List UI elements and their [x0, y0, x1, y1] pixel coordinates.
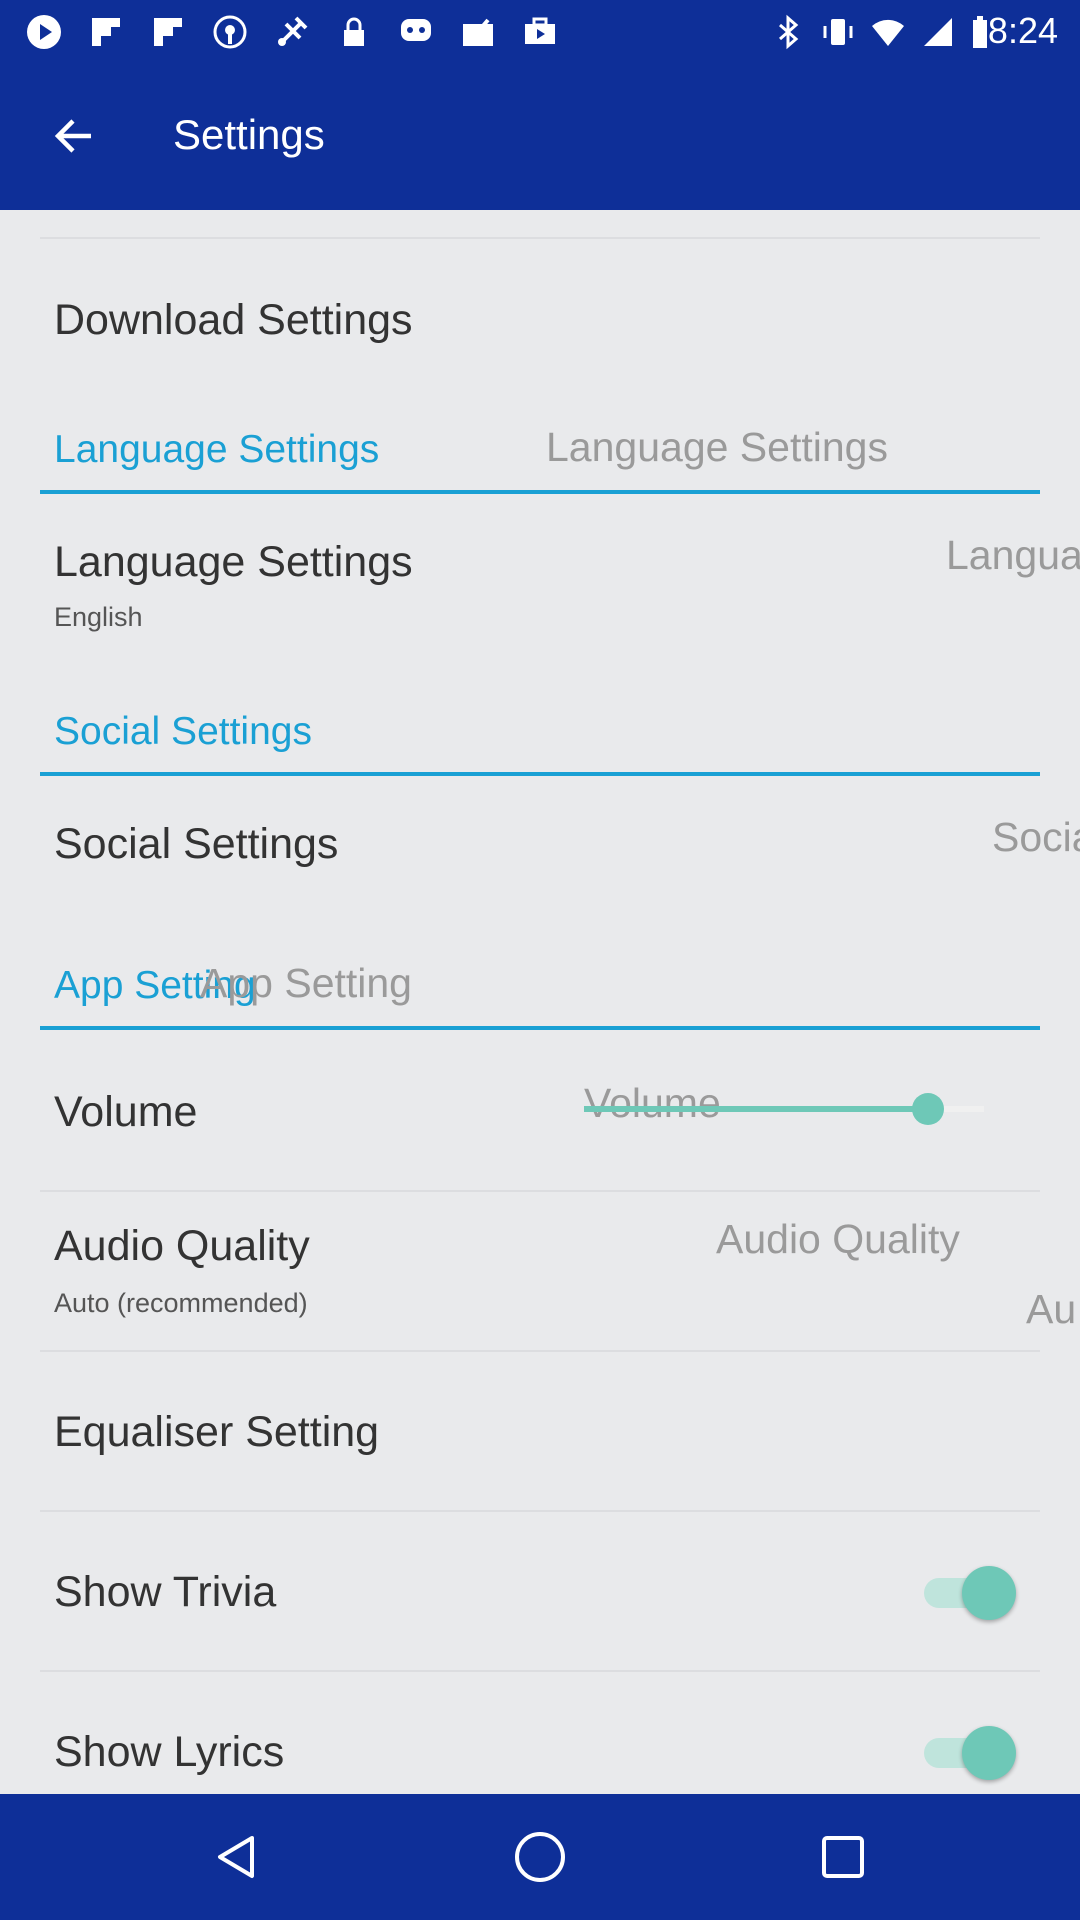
mail-check-icon — [463, 18, 493, 46]
nav-back-button[interactable] — [197, 1817, 277, 1897]
home-circle-icon — [515, 1832, 565, 1882]
language-item-title: Language Settings — [54, 538, 413, 586]
volume-slider-thumb[interactable] — [912, 1093, 944, 1125]
app-section-header-ghost: App Setting — [200, 960, 412, 1006]
language-section-header-ghost: Language Settings — [546, 424, 888, 470]
section-underline — [40, 772, 1040, 776]
audio-quality-value: Auto (recommended) — [54, 1288, 308, 1318]
download-settings-item[interactable]: Download Settings — [54, 296, 413, 345]
audio-quality-ghost-value: Au — [1026, 1286, 1077, 1332]
equaliser-setting-item[interactable]: Equaliser Setting — [54, 1408, 379, 1457]
settings-list[interactable]: Download Settings Language Settings Lang… — [0, 210, 1080, 1794]
page-title: Settings — [173, 111, 325, 158]
back-triangle-icon — [218, 1836, 254, 1878]
back-button[interactable] — [40, 103, 106, 169]
flipboard-icon — [92, 18, 120, 46]
divider — [40, 237, 1040, 239]
briefcase-icon — [525, 17, 555, 44]
volume-slider-fill — [584, 1106, 928, 1112]
social-item-ghost: Socia — [992, 814, 1080, 860]
signal-icon — [924, 18, 952, 46]
divider — [40, 1350, 1040, 1352]
audio-quality-ghost: Audio Quality — [716, 1216, 960, 1262]
bluetooth-icon — [779, 14, 799, 50]
volume-ghost: Volume — [584, 1080, 721, 1126]
divider — [40, 1670, 1040, 1672]
chat-icon — [401, 19, 431, 41]
audio-quality-title: Audio Quality — [54, 1222, 310, 1270]
volume-slider[interactable] — [584, 1093, 984, 1125]
volume-label: Volume — [54, 1088, 198, 1136]
lock-icon — [344, 17, 364, 46]
language-item-ghost: Langua — [946, 532, 1080, 578]
app-bar: Settings — [0, 63, 1080, 210]
flipboard-icon — [154, 18, 182, 46]
satellite-icon — [278, 16, 308, 46]
show-trivia-label: Show Trivia — [54, 1568, 277, 1616]
show-trivia-toggle[interactable] — [920, 1562, 1020, 1622]
nav-home-button[interactable] — [500, 1817, 580, 1897]
vibrate-icon — [823, 19, 853, 45]
social-item-title: Social Settings — [54, 820, 339, 868]
arrow-left-icon — [54, 119, 91, 153]
navigation-bar — [0, 1794, 1080, 1920]
toggle-knob — [962, 1566, 1016, 1620]
wifi-icon — [872, 19, 904, 46]
recents-square-icon — [822, 1836, 864, 1878]
section-underline — [40, 1026, 1040, 1030]
toggle-knob — [962, 1726, 1016, 1780]
section-underline — [40, 490, 1040, 494]
social-section-header: Social Settings — [54, 710, 312, 753]
divider — [40, 1510, 1040, 1512]
podcast-icon — [213, 15, 247, 49]
play-icon — [27, 15, 61, 49]
status-bar: 8:24 — [0, 0, 1080, 63]
show-lyrics-label: Show Lyrics — [54, 1728, 285, 1776]
language-item-value: English — [54, 602, 143, 632]
language-section-header: Language Settings — [54, 428, 380, 471]
show-lyrics-toggle[interactable] — [920, 1722, 1020, 1782]
nav-recents-button[interactable] — [803, 1817, 883, 1897]
divider — [40, 1190, 1040, 1192]
status-time: 8:24 — [987, 10, 1058, 51]
